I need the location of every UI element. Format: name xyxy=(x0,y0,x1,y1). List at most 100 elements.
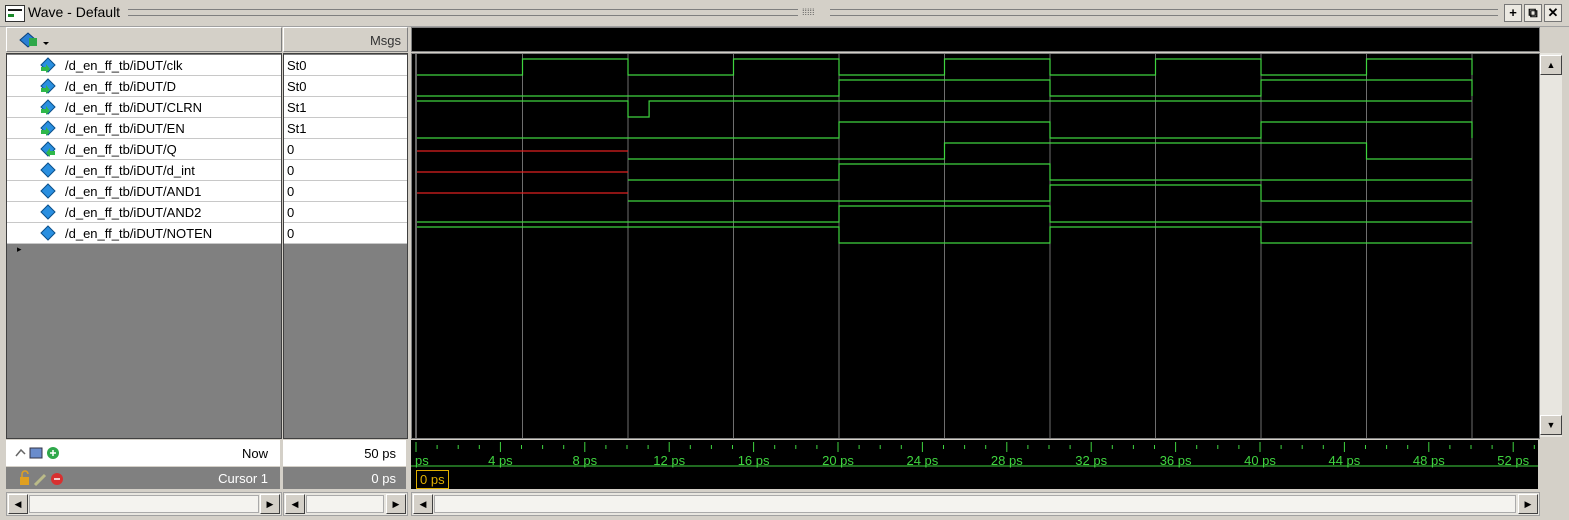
value-text: 0 xyxy=(287,226,295,241)
signal-name: /d_en_ff_tb/iDUT/NOTEN xyxy=(65,226,213,241)
signal-value[interactable]: St0 xyxy=(284,76,407,97)
tick-label: 28 ps xyxy=(991,453,1023,468)
now-row: Now xyxy=(6,440,280,466)
now-value-box: 50 ps xyxy=(283,440,406,466)
input-signal-icon xyxy=(40,57,56,73)
tick-label: 32 ps xyxy=(1075,453,1107,468)
input-signal-icon xyxy=(40,99,56,115)
signal-row-D[interactable]: /d_en_ff_tb/iDUT/D xyxy=(7,76,281,97)
signal-row-AND2[interactable]: /d_en_ff_tb/iDUT/AND2 xyxy=(7,202,281,223)
tick-label: 40 ps xyxy=(1244,453,1276,468)
scroll-thumb[interactable] xyxy=(306,495,384,513)
drag-handle-icon[interactable]: ⁞⁞⁞⁞⁞ xyxy=(802,8,826,17)
value-text: 0 xyxy=(287,142,295,157)
tick-label: 36 ps xyxy=(1160,453,1192,468)
signal-value[interactable]: 0 xyxy=(284,139,407,160)
cursor-toolbar-icons[interactable] xyxy=(18,470,72,488)
tick-label: 52 ps xyxy=(1497,453,1529,468)
tick-label: ps xyxy=(415,453,429,468)
tick-label: 24 ps xyxy=(906,453,938,468)
scroll-left-icon[interactable]: ◀ xyxy=(8,494,28,514)
internal-signal-icon xyxy=(40,225,56,241)
input-signal-icon xyxy=(40,120,56,136)
signal-name: /d_en_ff_tb/iDUT/EN xyxy=(65,121,185,136)
now-label: Now xyxy=(241,446,268,461)
scroll-right-icon[interactable]: ▶ xyxy=(260,494,280,514)
signal-value[interactable]: 0 xyxy=(284,181,407,202)
cursor-label: Cursor 1 xyxy=(218,471,268,486)
output-signal-icon xyxy=(40,141,56,157)
scroll-right-icon[interactable]: ▶ xyxy=(1518,494,1538,514)
tick-label: 16 ps xyxy=(738,453,770,468)
signal-name: /d_en_ff_tb/iDUT/clk xyxy=(65,58,183,73)
scroll-left-icon[interactable]: ◀ xyxy=(413,494,433,514)
signal-name: /d_en_ff_tb/iDUT/AND2 xyxy=(65,205,202,220)
scroll-thumb[interactable] xyxy=(29,495,259,513)
signal-trace-AND1 xyxy=(628,184,1472,202)
signal-row-NOTEN[interactable]: /d_en_ff_tb/iDUT/NOTEN xyxy=(7,223,281,244)
signal-value[interactable]: St1 xyxy=(284,118,407,139)
scroll-thumb[interactable] xyxy=(434,495,1516,513)
add-pane-button[interactable]: + xyxy=(1504,4,1522,22)
internal-signal-icon xyxy=(40,162,56,178)
tick-label: 4 ps xyxy=(488,453,513,468)
insertion-point-icon: ▸ xyxy=(17,244,22,254)
signal-trace-d_int xyxy=(628,163,1472,181)
cursor-time-tag[interactable]: 0 ps xyxy=(416,470,449,489)
signal-row-clk[interactable]: /d_en_ff_tb/iDUT/clk xyxy=(7,55,281,76)
now-toolbar-icons[interactable] xyxy=(14,444,68,462)
cursor-row[interactable]: Cursor 1 xyxy=(6,467,280,489)
cursor-value: 0 ps xyxy=(371,471,396,486)
tick-label: 48 ps xyxy=(1413,453,1445,468)
signal-trace-clk xyxy=(417,58,1473,76)
wave-window-icon xyxy=(5,5,25,22)
signal-hscrollbar[interactable]: ◀ ▶ xyxy=(6,492,282,516)
msgs-label: Msgs xyxy=(369,33,401,48)
signal-row-d_int[interactable]: /d_en_ff_tb/iDUT/d_int xyxy=(7,160,281,181)
signal-name: /d_en_ff_tb/iDUT/CLRN xyxy=(65,100,203,115)
signal-name: /d_en_ff_tb/iDUT/d_int xyxy=(65,163,195,178)
signal-list[interactable]: /d_en_ff_tb/iDUT/clk /d_en_ff_tb/iDUT/D … xyxy=(6,53,282,439)
value-hscrollbar[interactable]: ◀ ▶ xyxy=(283,492,408,516)
wave-hscrollbar[interactable]: ◀ ▶ xyxy=(411,492,1540,516)
vertical-scrollbar[interactable]: ▲ ▼ xyxy=(1540,53,1562,437)
close-button[interactable]: ✕ xyxy=(1544,4,1562,22)
waveform-pane[interactable] xyxy=(411,53,1540,439)
signal-value[interactable]: St1 xyxy=(284,97,407,118)
signal-row-AND1[interactable]: /d_en_ff_tb/iDUT/AND1 xyxy=(7,181,281,202)
wave-header xyxy=(411,27,1540,52)
signal-name: /d_en_ff_tb/iDUT/Q xyxy=(65,142,177,157)
undock-button[interactable]: ⧉ xyxy=(1524,4,1542,22)
time-ruler[interactable]: ps 4 ps 8 ps 12 ps 16 ps 20 ps 24 ps 28 ps 32 ps… xyxy=(411,440,1538,489)
value-text: 0 xyxy=(287,205,295,220)
titlebar-grip-right xyxy=(830,9,1498,16)
titlebar-grip-left xyxy=(128,9,798,16)
signal-value-list[interactable]: St0 St0 St1 St1 0 0 0 0 0 xyxy=(283,53,408,439)
tick-label: 12 ps xyxy=(653,453,685,468)
value-text: 0 xyxy=(287,184,295,199)
window-titlebar[interactable]: Wave - Default ⁞⁞⁞⁞⁞ + ⧉ ✕ xyxy=(0,0,1569,27)
signal-row-EN[interactable]: /d_en_ff_tb/iDUT/EN xyxy=(7,118,281,139)
scroll-down-icon[interactable]: ▼ xyxy=(1540,415,1562,435)
signal-value[interactable]: 0 xyxy=(284,223,407,244)
tick-label: 20 ps xyxy=(822,453,854,468)
cursor-value-box[interactable]: 0 ps xyxy=(283,467,406,489)
signal-row-CLRN[interactable]: /d_en_ff_tb/iDUT/CLRN xyxy=(7,97,281,118)
signal-value[interactable]: 0 xyxy=(284,202,407,223)
window-title: Wave - Default xyxy=(28,4,121,20)
time-axis[interactable]: ps 4 ps 8 ps 12 ps 16 ps 20 ps 24 ps 28 ps 32 ps… xyxy=(411,440,1538,489)
internal-signal-icon xyxy=(40,204,56,220)
signal-column-header[interactable] xyxy=(6,27,282,52)
scroll-right-icon[interactable]: ▶ xyxy=(386,494,406,514)
wave-tools-dropdown-icon[interactable] xyxy=(17,30,53,50)
msgs-column-header[interactable]: Msgs xyxy=(283,27,408,52)
scroll-up-icon[interactable]: ▲ xyxy=(1540,55,1562,75)
signal-value[interactable]: St0 xyxy=(284,55,407,76)
signal-row-Q[interactable]: /d_en_ff_tb/iDUT/Q xyxy=(7,139,281,160)
waveform-canvas[interactable] xyxy=(412,54,1539,438)
value-text: St0 xyxy=(287,58,307,73)
signal-value[interactable]: 0 xyxy=(284,160,407,181)
scroll-left-icon[interactable]: ◀ xyxy=(285,494,305,514)
value-text: St1 xyxy=(287,100,307,115)
input-signal-icon xyxy=(40,78,56,94)
